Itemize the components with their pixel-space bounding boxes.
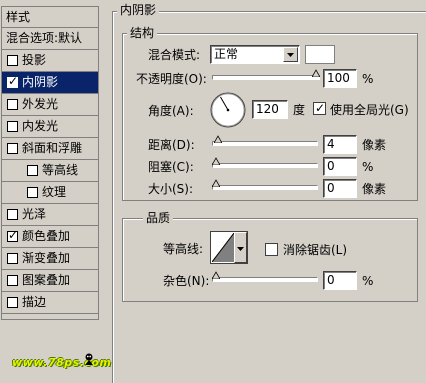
- size-unit: 像素: [362, 182, 387, 196]
- blend-mode-select[interactable]: 正常: [210, 45, 300, 64]
- styles-panel: 样式 混合选项:默认 投影 ✓ 内阴影 外发光 内发光 斜面和浮雕 等高线 纹理 光泽 ✓ 颜色叠加渐…: [0, 0, 111, 383]
- choke-label: 阻塞(C):: [148, 160, 194, 174]
- style-item-checkbox[interactable]: [7, 275, 18, 286]
- blend-mode-dropdown-button[interactable]: [283, 47, 298, 62]
- styles-header-label: 样式: [6, 10, 31, 24]
- blend-mode-value: 正常: [214, 47, 239, 61]
- shadow-color-swatch[interactable]: [305, 45, 335, 64]
- dropdown-arrow-icon: [237, 247, 244, 251]
- size-label: 大小(S):: [148, 182, 194, 196]
- style-item-checkbox[interactable]: ✓: [7, 228, 18, 242]
- angle-input[interactable]: 120: [252, 100, 288, 119]
- distance-input[interactable]: 4: [323, 135, 357, 154]
- checkmark-icon: ✓: [8, 228, 19, 242]
- style-item[interactable]: 光泽: [2, 204, 98, 226]
- checkmark-icon: ✓: [315, 101, 326, 115]
- quality-group: [122, 218, 418, 302]
- distance-slider-track[interactable]: [212, 141, 318, 146]
- contour-label: 等高线:: [163, 242, 204, 256]
- opacity-slider-track[interactable]: [212, 75, 320, 80]
- style-item-checkbox[interactable]: [7, 55, 18, 66]
- noise-slider-knob-icon[interactable]: [212, 271, 220, 279]
- style-item-checkbox[interactable]: [7, 253, 18, 264]
- contour-preview-icon: [212, 233, 234, 262]
- checkmark-icon: ✓: [8, 74, 19, 88]
- style-item-label: 渐变叠加: [22, 251, 71, 265]
- antialias-label: 消除锯齿(L): [283, 243, 348, 257]
- distance-label: 距离(D):: [148, 138, 195, 152]
- choke-slider-knob-icon[interactable]: [212, 157, 220, 165]
- style-item-label: 描边: [22, 295, 47, 309]
- style-item[interactable]: 图案叠加: [2, 270, 98, 292]
- style-item[interactable]: ✓ 颜色叠加: [2, 226, 98, 248]
- antialias-checkbox[interactable]: [265, 243, 278, 256]
- dropdown-arrow-icon: [287, 53, 294, 57]
- watermark-logo: www.78ps.com: [12, 356, 112, 369]
- style-item[interactable]: 描边: [2, 292, 98, 314]
- distance-unit: 像素: [362, 138, 387, 152]
- style-item[interactable]: 纹理: [2, 182, 98, 204]
- watermark-mascot-icon: [85, 353, 93, 365]
- style-item-label: 光泽: [22, 207, 47, 221]
- angle-dial-icon[interactable]: [209, 91, 247, 129]
- style-item-checkbox[interactable]: [7, 143, 18, 154]
- style-item-label: 外发光: [22, 97, 59, 111]
- choke-slider-track[interactable]: [212, 163, 318, 168]
- style-item-label: 颜色叠加: [22, 229, 71, 243]
- choke-unit: %: [362, 160, 374, 174]
- contour-dropdown-button[interactable]: [234, 232, 247, 263]
- style-item-checkbox[interactable]: [7, 209, 18, 220]
- styles-header: 样式: [2, 7, 98, 28]
- global-light-label: 使用全局光(G): [330, 103, 409, 117]
- quality-legend: 品质: [143, 212, 174, 224]
- opacity-unit: %: [362, 72, 374, 86]
- style-item-label: 内发光: [22, 119, 59, 133]
- noise-input[interactable]: 0: [323, 271, 357, 290]
- contour-picker[interactable]: [210, 231, 248, 264]
- opacity-input[interactable]: 100: [323, 69, 357, 88]
- style-item[interactable]: 外发光: [2, 94, 98, 116]
- angle-label: 角度(A):: [148, 104, 194, 118]
- noise-unit: %: [362, 274, 374, 288]
- style-item[interactable]: 斜面和浮雕: [2, 138, 98, 160]
- opacity-slider-knob-icon[interactable]: [312, 69, 320, 77]
- global-light-checkbox[interactable]: ✓: [313, 101, 326, 115]
- style-item-checkbox[interactable]: [27, 165, 38, 176]
- choke-input[interactable]: 0: [323, 157, 357, 176]
- size-input[interactable]: 0: [323, 179, 357, 198]
- style-item-label: 混合选项:默认: [6, 31, 83, 45]
- style-item[interactable]: 混合选项:默认: [2, 28, 98, 50]
- size-slider-track[interactable]: [212, 185, 318, 190]
- style-item-checkbox[interactable]: [7, 297, 18, 308]
- size-slider-knob-icon[interactable]: [212, 179, 220, 187]
- blend-mode-label: 混合模式:: [148, 48, 201, 62]
- opacity-label: 不透明度(O):: [136, 72, 207, 86]
- style-item-label: 纹理: [42, 185, 67, 199]
- noise-slider-track[interactable]: [212, 277, 318, 282]
- style-item-checkbox[interactable]: [7, 121, 18, 132]
- style-item-label: 内阴影: [22, 75, 59, 89]
- style-item-label: 等高线: [42, 163, 79, 177]
- styles-list: 样式 混合选项:默认 投影 ✓ 内阴影 外发光 内发光 斜面和浮雕 等高线 纹理 光泽 ✓ 颜色叠加渐…: [1, 6, 99, 320]
- structure-legend: 结构: [127, 27, 158, 39]
- style-item[interactable]: 渐变叠加: [2, 248, 98, 270]
- style-item[interactable]: ✓ 内阴影: [2, 72, 98, 94]
- angle-unit: 度: [293, 103, 306, 117]
- style-item-checkbox[interactable]: [7, 99, 18, 110]
- distance-slider-knob-icon[interactable]: [213, 135, 222, 143]
- style-item-label: 斜面和浮雕: [22, 141, 83, 155]
- style-item[interactable]: 内发光: [2, 116, 98, 138]
- style-item-checkbox[interactable]: ✓: [7, 74, 18, 88]
- style-item-label: 投影: [22, 53, 47, 67]
- style-item-checkbox[interactable]: [27, 187, 38, 198]
- style-item-label: 图案叠加: [22, 273, 71, 287]
- panel-title: 内阴影: [117, 4, 160, 16]
- noise-label: 杂色(N):: [163, 274, 210, 288]
- style-item[interactable]: 等高线: [2, 160, 98, 182]
- style-item[interactable]: 投影: [2, 50, 98, 72]
